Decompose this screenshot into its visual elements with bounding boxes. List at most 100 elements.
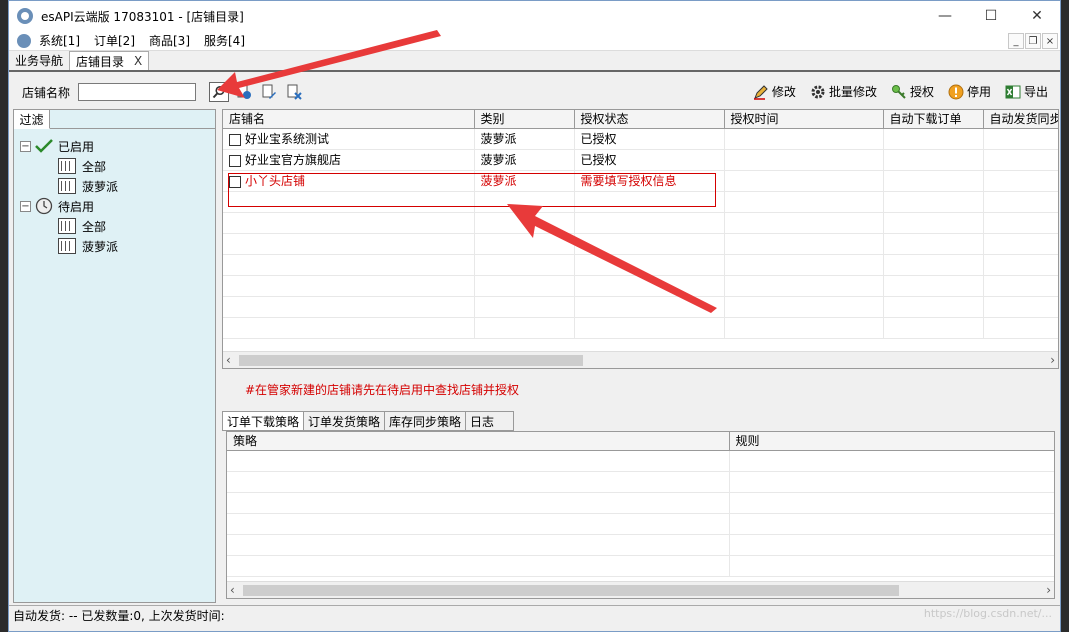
tab-label: 业务导航 [15, 54, 64, 68]
delete-shop-button[interactable] [284, 82, 304, 102]
key-icon [891, 84, 906, 99]
authorize-button[interactable]: 授权 [891, 83, 934, 100]
table-header-row: 策略 规则 [227, 432, 1054, 451]
minimize-button[interactable]: — [922, 1, 968, 31]
column-header-auth-status[interactable]: 授权状态 [574, 110, 725, 129]
mdi-restore-button[interactable]: ❐ [1025, 33, 1041, 49]
auto-download-cell [883, 149, 984, 171]
table-row [223, 212, 1058, 234]
column-header-category[interactable]: 类别 [474, 110, 575, 129]
mdi-minimize-button[interactable]: _ [1008, 33, 1024, 49]
tree-node-pending-boluopai[interactable]: 菠萝派 [20, 236, 118, 256]
auth-time-cell [724, 149, 884, 171]
menu-product[interactable]: 商品[3] [149, 32, 190, 49]
table-row[interactable]: 好业宝系统测试 菠萝派 已授权 [223, 128, 1058, 150]
tab-order-shipping[interactable]: 订单发货策略 [304, 411, 386, 431]
tree-node-enabled[interactable]: − 已启用 [20, 136, 118, 156]
column-header-auto-download[interactable]: 自动下载订单 [883, 110, 984, 129]
table-row[interactable]: 好业宝官方旗舰店 菠萝派 已授权 [223, 149, 1058, 171]
column-header-auto-ship-sync[interactable]: 自动发货同步 [983, 110, 1058, 129]
collapse-icon[interactable]: − [20, 140, 31, 152]
tab-order-download[interactable]: 订单下载策略 [222, 411, 305, 431]
search-button[interactable] [209, 82, 230, 102]
row-checkbox[interactable] [229, 175, 241, 188]
shop-name-cell: 好业宝官方旗舰店 [223, 149, 475, 171]
export-button[interactable]: 导出 [1005, 83, 1048, 100]
filter-tab-divider [50, 128, 215, 129]
tab-business-nav[interactable]: 业务导航 [9, 51, 69, 70]
batch-modify-button[interactable]: 批量修改 [810, 83, 877, 100]
tree-label: 菠萝派 [82, 179, 119, 194]
scroll-right-icon[interactable]: › [1050, 353, 1055, 367]
tab-stock-sync[interactable]: 库存同步策略 [385, 411, 467, 431]
magnifier-icon [212, 85, 225, 99]
table-icon [58, 178, 76, 194]
shop-grid-scrollbar[interactable]: ‹ › [223, 351, 1058, 368]
collapse-icon[interactable]: − [20, 200, 31, 212]
filter-tab[interactable]: 过滤 [14, 110, 50, 129]
edit-shop-button[interactable] [259, 82, 279, 102]
menu-order[interactable]: 订单[2] [94, 32, 135, 49]
scroll-right-icon[interactable]: › [1046, 583, 1051, 597]
mdi-close-button[interactable]: × [1042, 33, 1058, 49]
tab-label: 店铺目录 [76, 54, 125, 69]
scroll-left-icon[interactable]: ‹ [226, 353, 231, 367]
tree-node-enabled-boluopai[interactable]: 菠萝派 [20, 176, 118, 196]
status-cell: 已授权 [574, 128, 725, 150]
table-icon [58, 238, 76, 254]
shop-name: 小丫头店铺 [245, 174, 306, 188]
pencil-icon [753, 84, 768, 100]
status-cell: 需要填写授权信息 [574, 170, 725, 192]
shop-name: 好业宝系统测试 [245, 132, 330, 146]
auth-time-cell [724, 170, 884, 192]
disable-button[interactable]: 停用 [948, 83, 991, 100]
menu-system[interactable]: 系统[1] [39, 32, 80, 49]
menu-service[interactable]: 服务[4] [204, 32, 245, 49]
tab-close-icon[interactable]: X [134, 54, 142, 68]
table-row [227, 513, 1054, 535]
modify-button[interactable]: 修改 [753, 83, 796, 100]
table-row [223, 254, 1058, 276]
delete-document-icon [287, 84, 302, 100]
status-bar: 自动发货: -- 已发数量:0, 上次发货时间: [9, 605, 1060, 625]
category-cell: 菠萝派 [474, 128, 575, 150]
table-icon [58, 218, 76, 234]
column-header-auth-time[interactable]: 授权时间 [724, 110, 884, 129]
close-button[interactable]: ✕ [1014, 1, 1060, 31]
table-row [227, 534, 1054, 556]
mdi-app-icon[interactable] [17, 33, 31, 48]
shop-name-input[interactable] [78, 83, 197, 101]
add-shop-button[interactable] [234, 82, 254, 102]
table-row [223, 275, 1058, 297]
column-header-strategy[interactable]: 策略 [227, 432, 730, 451]
scrollbar-thumb[interactable] [239, 355, 583, 366]
tree-node-pending[interactable]: − 待启用 [20, 196, 118, 216]
excel-icon [1005, 85, 1021, 98]
strategy-grid-scrollbar[interactable]: ‹ › [227, 581, 1054, 598]
tab-shop-directory[interactable]: 店铺目录 X [69, 51, 150, 70]
table-icon [58, 158, 76, 174]
column-header-shop-name[interactable]: 店铺名 [223, 110, 475, 129]
window-title: esAPI云端版 17083101 - [店铺目录] [41, 9, 244, 24]
tree-node-enabled-all[interactable]: 全部 [20, 156, 118, 176]
title-bar[interactable]: esAPI云端版 17083101 - [店铺目录] — ☐ ✕ [9, 1, 1060, 31]
export-label: 导出 [1023, 85, 1048, 99]
row-checkbox[interactable] [229, 154, 241, 167]
auto-ship-cell [983, 128, 1058, 150]
maximize-button[interactable]: ☐ [968, 1, 1014, 31]
tree-node-pending-all[interactable]: 全部 [20, 216, 118, 236]
shop-name-label: 店铺名称 [22, 85, 71, 100]
table-row [223, 233, 1058, 255]
scroll-left-icon[interactable]: ‹ [230, 583, 235, 597]
shop-name-cell: 小丫头店铺 [223, 170, 475, 192]
table-row[interactable]: 小丫头店铺 菠萝派 需要填写授权信息 [223, 170, 1058, 192]
scrollbar-thumb[interactable] [243, 585, 899, 596]
document-tabs: 业务导航 店铺目录 X [9, 51, 1060, 72]
auth-time-cell [724, 128, 884, 150]
column-header-rule[interactable]: 规则 [729, 432, 1054, 451]
table-row [223, 317, 1058, 339]
tab-log[interactable]: 日志 [466, 411, 515, 431]
row-checkbox[interactable] [229, 133, 241, 146]
disable-label: 停用 [966, 85, 991, 99]
shop-grid: 店铺名 类别 授权状态 授权时间 自动下载订单 自动发货同步 好业宝系统测试 菠… [222, 109, 1059, 369]
